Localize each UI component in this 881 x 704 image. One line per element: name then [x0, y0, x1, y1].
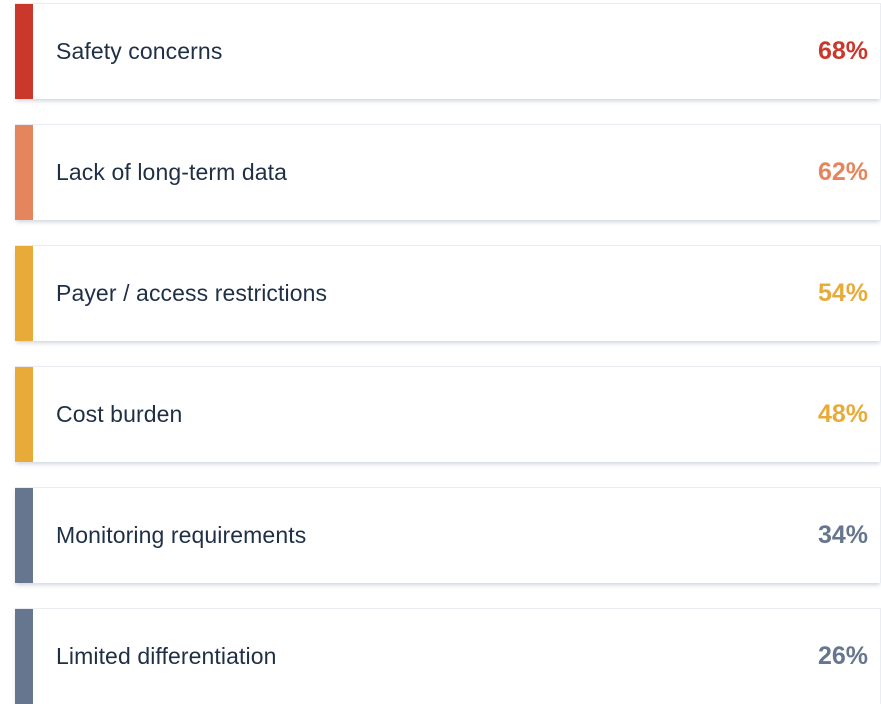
list-item: Monitoring requirements 34% [15, 487, 881, 583]
accent-bar [15, 246, 33, 341]
list-item: Limited differentiation 26% [15, 608, 881, 704]
item-value: 68% [817, 37, 868, 65]
item-value: 26% [817, 642, 868, 670]
item-label: Cost burden [56, 401, 183, 427]
item-label: Limited differentiation [56, 643, 277, 669]
item-label: Lack of long-term data [56, 159, 288, 185]
item-value: 48% [817, 400, 868, 428]
accent-bar [15, 125, 33, 220]
item-value: 62% [817, 158, 868, 186]
list-item: Cost burden 48% [15, 366, 881, 462]
accent-bar [15, 367, 33, 462]
item-value: 34% [817, 521, 868, 549]
item-label: Safety concerns [56, 38, 223, 64]
accent-bar [15, 609, 33, 704]
accent-bar [15, 488, 33, 583]
list-item: Payer / access restrictions 54% [15, 245, 881, 341]
item-value: 54% [817, 279, 868, 307]
item-label: Payer / access restrictions [56, 280, 328, 306]
accent-bar [15, 4, 33, 99]
item-label: Monitoring requirements [56, 522, 307, 548]
list-item: Lack of long-term data 62% [15, 124, 881, 220]
list-item: Safety concerns 68% [15, 3, 881, 99]
